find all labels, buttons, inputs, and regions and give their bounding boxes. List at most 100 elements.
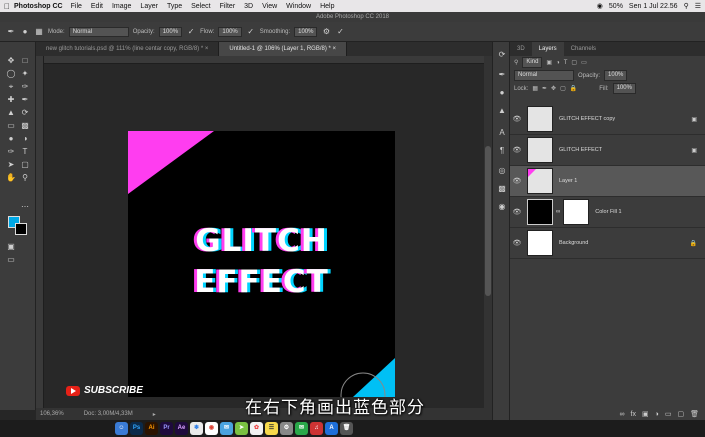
layer-row[interactable]: 👁 Background 🔒: [510, 228, 705, 259]
battery-percent[interactable]: 50%: [609, 3, 623, 10]
layer-row[interactable]: 👁 Layer 1: [510, 166, 705, 197]
illustrator-icon[interactable]: Ai: [145, 422, 158, 435]
fx-icon[interactable]: fx: [631, 411, 636, 418]
brush-settings-icon[interactable]: ✒: [497, 70, 507, 80]
layer-name[interactable]: Layer 1: [559, 178, 577, 184]
clock[interactable]: Sen 1 Jul 22.56: [629, 3, 678, 10]
lock-all-icon[interactable]: 🔒: [570, 85, 577, 92]
pen-tool-icon[interactable]: ✑: [5, 147, 17, 157]
visibility-eye-icon[interactable]: 👁: [510, 146, 524, 154]
lock-artboard-icon[interactable]: ▢: [560, 85, 566, 92]
libraries-icon[interactable]: ◉: [497, 202, 507, 212]
appstore-icon[interactable]: A: [325, 422, 338, 435]
filter-type-icon[interactable]: T: [564, 60, 568, 66]
opacity-field[interactable]: 100%: [158, 26, 183, 37]
add-mask-icon[interactable]: ▣: [642, 410, 649, 418]
kind-filter-select[interactable]: Kind: [522, 57, 543, 68]
tab-layers[interactable]: Layers: [531, 42, 564, 56]
gradient-icon[interactable]: ▩: [19, 121, 31, 131]
maps-icon[interactable]: ➤: [235, 422, 248, 435]
notes-icon[interactable]: ☰: [265, 422, 278, 435]
adjustment-icon[interactable]: ◑: [655, 411, 659, 418]
layer-opacity-field[interactable]: 100%: [604, 70, 628, 81]
zoom-tool-icon[interactable]: ⚲: [19, 173, 31, 183]
menu-select[interactable]: Select: [191, 3, 210, 10]
flow-field[interactable]: 100%: [218, 26, 242, 37]
lasso-tool-icon[interactable]: ◯: [5, 69, 17, 79]
brush-tool-icon[interactable]: ✒: [19, 95, 31, 105]
close-icon[interactable]: ×: [205, 46, 209, 52]
more-tools-icon[interactable]: ⋯: [19, 202, 31, 212]
wifi-icon[interactable]: ◉: [597, 2, 603, 10]
hand-tool-icon[interactable]: ✋: [5, 173, 17, 183]
paragraph-icon[interactable]: ¶: [497, 146, 507, 156]
dodge-tool-icon[interactable]: ◑: [19, 134, 31, 144]
menu-file[interactable]: File: [71, 3, 82, 10]
tab-channels[interactable]: Channels: [564, 42, 603, 56]
eraser-icon[interactable]: ▭: [5, 121, 17, 131]
eyedropper-icon[interactable]: ✑: [19, 82, 31, 92]
quick-select-icon[interactable]: ✦: [19, 69, 31, 79]
healing-brush-icon[interactable]: ✚: [5, 95, 17, 105]
shape-tool-icon[interactable]: ▢: [19, 160, 31, 170]
fill-field[interactable]: 100%: [612, 83, 636, 94]
lock-transparent-icon[interactable]: ▦: [532, 85, 538, 92]
blend-mode-select[interactable]: Normal: [514, 70, 574, 81]
app-menu[interactable]: Photoshop CC: [14, 3, 63, 10]
menu-view[interactable]: View: [262, 3, 277, 10]
brush-preset-icon[interactable]: ●: [20, 27, 30, 37]
chrome-icon[interactable]: ◉: [205, 422, 218, 435]
search-icon[interactable]: ⚲: [684, 2, 689, 10]
layer-row[interactable]: 👁 GLITCH EFFECT ▣: [510, 135, 705, 166]
clone-stamp-icon[interactable]: ▲: [5, 108, 17, 118]
canvas-scrollbar[interactable]: [484, 56, 492, 408]
menu-image[interactable]: Image: [112, 3, 131, 10]
tab-3d[interactable]: 3D: [510, 42, 532, 56]
photos-icon[interactable]: ✿: [250, 422, 263, 435]
properties-icon[interactable]: ▩: [497, 184, 507, 194]
doc-tab-untitled[interactable]: Untitled-1 @ 106% (Layer 1, RGB/8) * ×: [219, 42, 348, 56]
lock-position-icon[interactable]: ✥: [551, 85, 556, 92]
pressure-size-icon[interactable]: ✓: [335, 27, 345, 37]
background-color-swatch[interactable]: [15, 223, 27, 235]
layer-row[interactable]: 👁 GLITCH EFFECT copy ▣: [510, 104, 705, 135]
filter-pixel-icon[interactable]: ▣: [546, 59, 552, 66]
visibility-eye-icon[interactable]: 👁: [510, 239, 524, 247]
crop-tool-icon[interactable]: ⌖: [5, 82, 17, 92]
menu-layer[interactable]: Layer: [140, 3, 158, 10]
document-canvas[interactable]: GLITCH EFFECT: [128, 131, 395, 397]
doc-size[interactable]: Doc: 3,00M/4,33M: [84, 411, 133, 417]
photoshop-icon[interactable]: Ps: [130, 422, 143, 435]
apple-icon[interactable]: : [0, 2, 14, 11]
safari-icon[interactable]: ❄: [190, 422, 203, 435]
filter-smart-icon[interactable]: ▭: [581, 59, 587, 66]
layer-row[interactable]: 👁 ∞ Color Fill 1: [510, 197, 705, 228]
finder-icon[interactable]: ☺: [115, 422, 128, 435]
marquee-tool-icon[interactable]: □: [19, 56, 31, 66]
group-icon[interactable]: ▭: [665, 410, 672, 418]
settings-icon[interactable]: ⚙: [280, 422, 293, 435]
new-layer-icon[interactable]: ▢: [677, 410, 684, 418]
move-tool-icon[interactable]: ✥: [5, 56, 17, 66]
blur-tool-icon[interactable]: ●: [5, 134, 17, 144]
visibility-eye-icon[interactable]: 👁: [510, 177, 524, 185]
close-icon[interactable]: ×: [333, 46, 337, 52]
link-layers-icon[interactable]: ∞: [620, 411, 625, 418]
filter-adjust-icon[interactable]: ◑: [556, 60, 560, 66]
menu-3d[interactable]: 3D: [244, 3, 253, 10]
subscribe-badge[interactable]: SUBSCRIBE: [66, 385, 143, 396]
smoothing-field[interactable]: 100%: [294, 26, 318, 37]
lock-pixels-icon[interactable]: ✒: [542, 85, 547, 92]
visibility-eye-icon[interactable]: 👁: [510, 115, 524, 123]
menu-type[interactable]: Type: [167, 3, 182, 10]
scrollbar-thumb[interactable]: [485, 146, 491, 296]
brush-panel-icon[interactable]: ▦: [34, 27, 44, 37]
doc-tab-glitch[interactable]: new glitch tutorials.psd @ 111% (line ce…: [36, 42, 220, 56]
layer-name[interactable]: GLITCH EFFECT: [559, 147, 602, 153]
layer-name[interactable]: GLITCH EFFECT copy: [559, 116, 615, 122]
messages-icon[interactable]: ✉: [295, 422, 308, 435]
brush-tool-icon[interactable]: ✒: [6, 27, 16, 37]
history-icon[interactable]: ⟳: [497, 50, 507, 60]
path-select-icon[interactable]: ➤: [5, 160, 17, 170]
filter-shape-icon[interactable]: ▢: [571, 59, 577, 66]
